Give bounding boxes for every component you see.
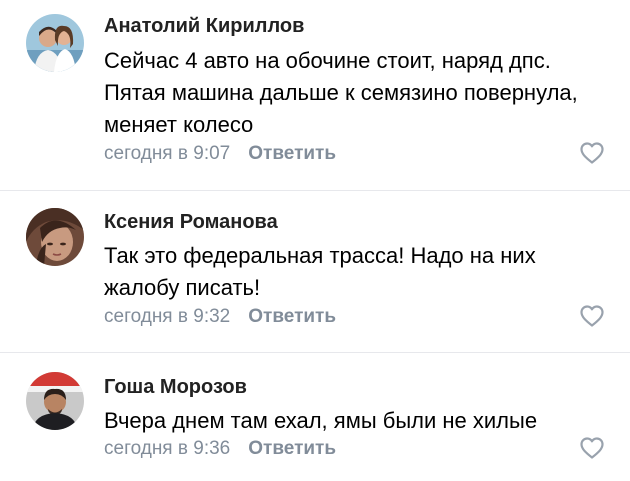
comment-text: Сейчас 4 авто на обочине стоит, наряд дп… [104,48,578,137]
reply-button[interactable]: Ответить [248,306,336,327]
man-photo-avatar-icon [26,372,84,430]
avatar[interactable] [26,14,84,72]
comment-timestamp[interactable]: сегодня в 9:36 [104,438,230,459]
reply-button[interactable]: Ответить [248,438,336,459]
comment-meta: сегодня в 9:32 Ответить [104,306,336,328]
heart-outline-icon [580,305,604,327]
woman-photo-avatar-icon [26,208,84,266]
comment-meta: сегодня в 9:36 Ответить [104,438,336,460]
comment-text: Так это федеральная трасса! Надо на них … [104,243,536,300]
avatar[interactable] [26,372,84,430]
reply-button[interactable]: Ответить [248,143,336,164]
comment-text: Вчера днем там ехал, ямы были не хилые [104,408,538,433]
comment-author[interactable]: Гоша Морозов [104,376,247,399]
heart-outline-icon [580,142,604,164]
comment-author[interactable]: Анатолий Кириллов [104,15,304,38]
comment-timestamp[interactable]: сегодня в 9:32 [104,306,230,327]
comment-timestamp[interactable]: сегодня в 9:07 [104,143,230,164]
like-button[interactable] [579,141,605,165]
comment-author[interactable]: Ксения Романова [104,211,278,234]
like-button[interactable] [579,304,605,328]
like-button[interactable] [579,436,605,460]
avatar[interactable] [26,208,84,266]
comment-divider [0,352,630,353]
comment-meta: сегодня в 9:07 Ответить [104,143,336,165]
comment-divider [0,190,630,191]
couple-photo-avatar-icon [26,14,84,72]
heart-outline-icon [580,437,604,459]
